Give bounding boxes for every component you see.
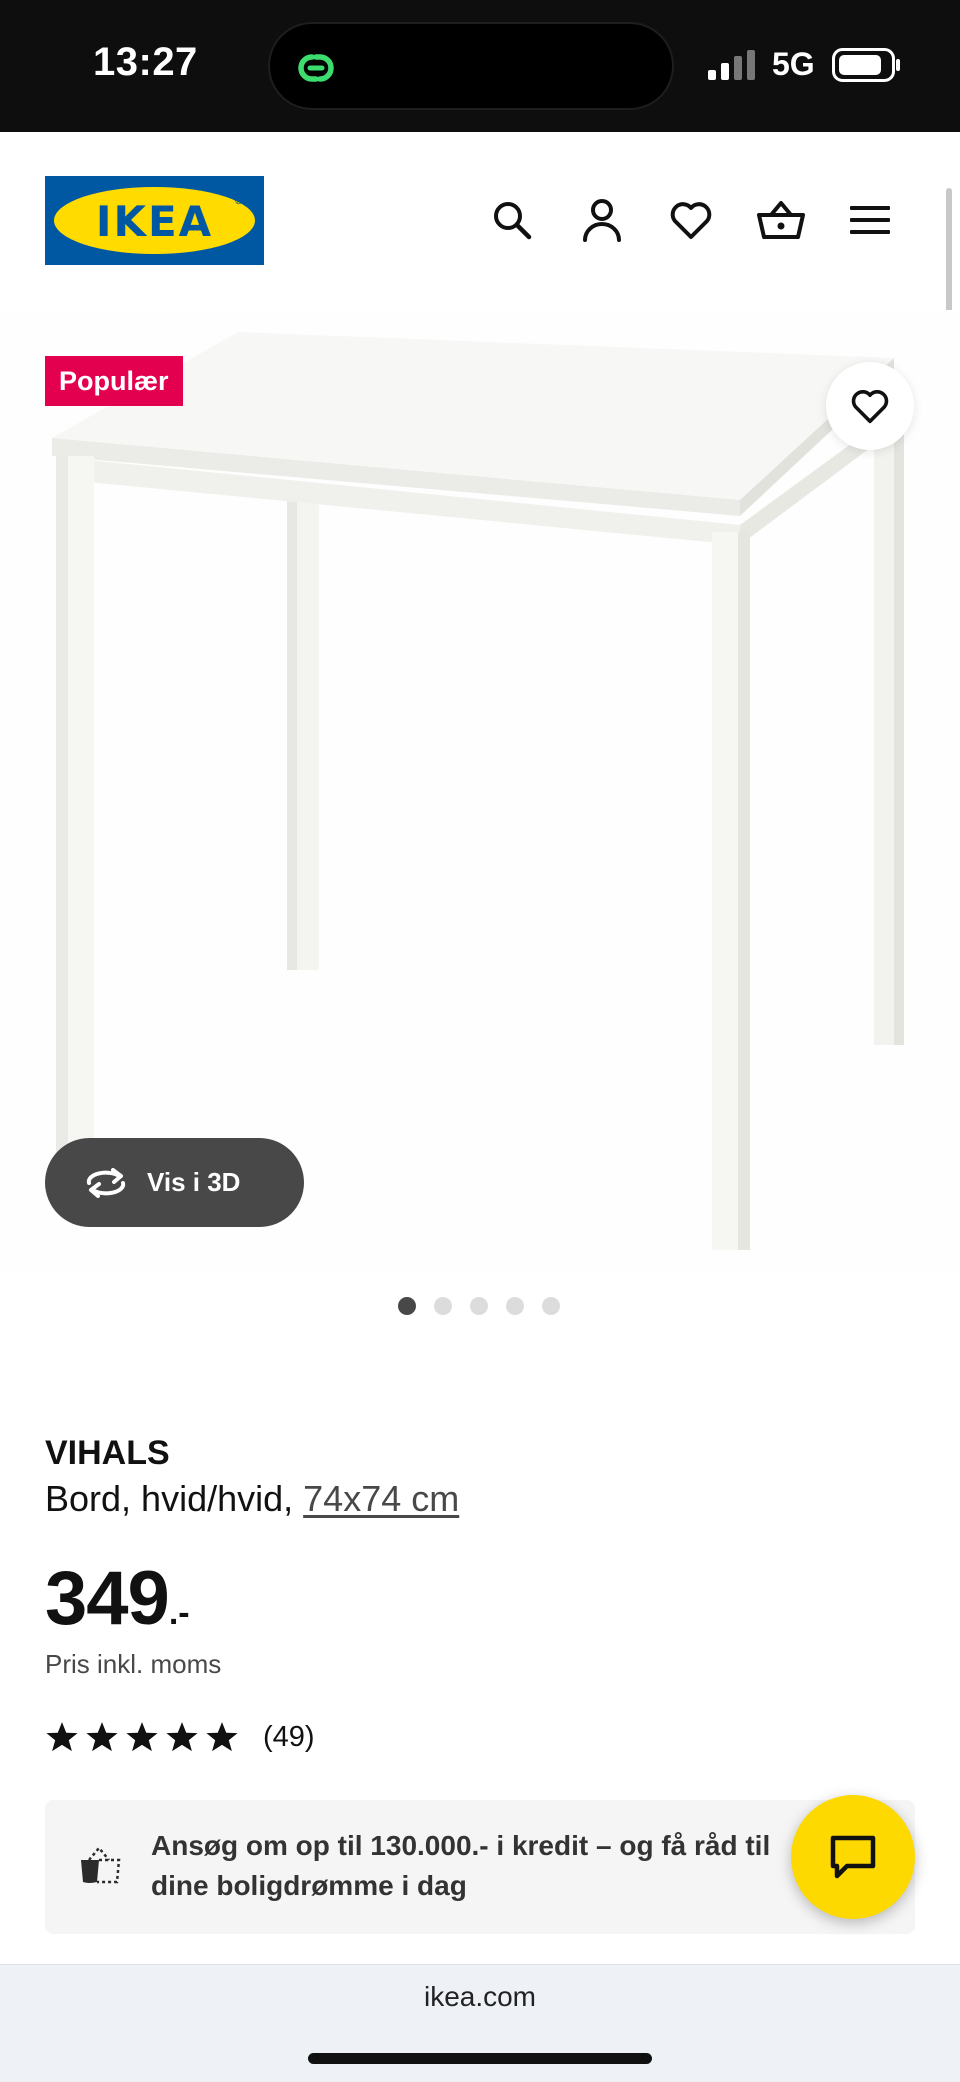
credit-banner[interactable]: Ansøg om op til 130.000.- i kredit – og …	[45, 1800, 915, 1934]
product-description: Bord, hvid/hvid, 74x74 cm	[45, 1478, 459, 1520]
battery-icon	[832, 48, 900, 82]
credit-card-icon	[81, 1846, 121, 1884]
star-icon	[126, 1722, 158, 1752]
browser-bar: ikea.com	[0, 1964, 960, 2082]
pagination-dot[interactable]	[506, 1297, 524, 1315]
dynamic-island	[268, 22, 674, 110]
rotate-3d-icon	[86, 1167, 126, 1198]
status-bar: 13:27 5G	[0, 0, 960, 132]
image-pagination	[398, 1297, 560, 1315]
logo-text: IKEA	[95, 197, 214, 246]
logo-registered-mark: ®	[235, 196, 243, 207]
view-in-3d-button[interactable]: Vis i 3D	[45, 1138, 304, 1227]
basket-button[interactable]	[753, 192, 809, 248]
pagination-dot[interactable]	[542, 1297, 560, 1315]
popular-badge: Populær	[45, 356, 183, 406]
menu-icon	[850, 206, 890, 234]
star-icon	[206, 1722, 238, 1752]
account-icon	[583, 199, 621, 242]
pagination-dot[interactable]	[470, 1297, 488, 1315]
chat-button[interactable]	[791, 1795, 915, 1919]
chat-bubble-icon	[830, 1835, 876, 1879]
price-amount: 349	[45, 1556, 170, 1641]
pagination-dot[interactable]	[434, 1297, 452, 1315]
search-button[interactable]	[484, 192, 540, 248]
product-name: VIHALS	[45, 1434, 170, 1472]
account-button[interactable]	[574, 192, 630, 248]
product-type-color: Bord, hvid/hvid,	[45, 1478, 294, 1519]
product-price: 349.-	[45, 1555, 190, 1642]
add-to-favourites-button[interactable]	[826, 362, 914, 450]
ikea-logo[interactable]: IKEA ®	[45, 176, 264, 265]
chain-link-icon	[298, 54, 334, 82]
shopping-basket-icon	[757, 201, 805, 239]
status-time: 13:27	[93, 40, 198, 84]
home-indicator[interactable]	[308, 2053, 652, 2064]
search-icon	[494, 202, 532, 240]
browser-url[interactable]: ikea.com	[0, 1981, 960, 2013]
signal-icon	[708, 50, 755, 80]
star-icon	[46, 1722, 78, 1752]
favourites-heart-icon	[670, 202, 712, 239]
product-image-gallery[interactable]	[0, 310, 960, 1270]
menu-button[interactable]	[842, 192, 898, 248]
product-size-link[interactable]: 74x74 cm	[303, 1478, 459, 1519]
review-count: (49)	[263, 1720, 315, 1753]
credit-banner-text: Ansøg om op til 130.000.- i kredit – og …	[151, 1830, 771, 1901]
network-type: 5G	[772, 46, 815, 82]
vat-note: Pris inkl. moms	[45, 1649, 222, 1679]
table-product-image	[52, 332, 904, 1250]
view-in-3d-label: Vis i 3D	[147, 1167, 241, 1197]
heart-icon	[851, 390, 889, 424]
product-rating[interactable]: (49)	[45, 1720, 315, 1754]
pagination-dot[interactable]	[398, 1297, 416, 1315]
star-icon	[86, 1722, 118, 1752]
star-icon	[166, 1722, 198, 1752]
favourites-button[interactable]	[663, 192, 719, 248]
price-suffix: .-	[168, 1594, 190, 1632]
